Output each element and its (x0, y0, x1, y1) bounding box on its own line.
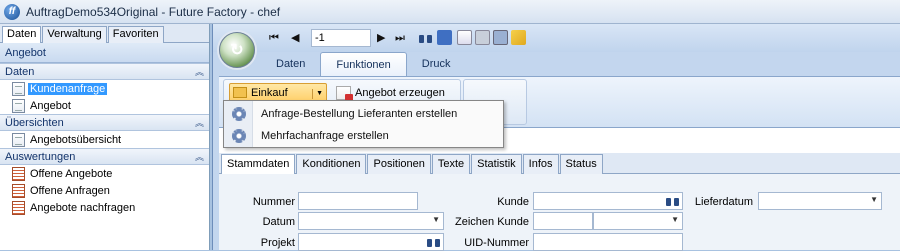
form-icon (12, 98, 25, 113)
label-datum: Datum (262, 216, 295, 228)
first-record-button[interactable]: ⏮ (269, 30, 279, 46)
nav-header: Angebot (0, 43, 209, 63)
nummer-field[interactable] (298, 192, 418, 210)
new-document-icon[interactable] (457, 30, 472, 45)
search-binoculars-icon[interactable] (427, 237, 440, 248)
prev-record-button[interactable]: ◀ (291, 30, 299, 46)
search-binoculars-icon[interactable] (419, 33, 432, 44)
last-record-button[interactable]: ⏭ (395, 30, 405, 46)
nav-item-label: Kundenanfrage (28, 82, 108, 95)
group-header-daten[interactable]: Daten ︽ (0, 63, 209, 80)
form-icon (12, 81, 25, 96)
projekt-field[interactable] (298, 233, 444, 251)
content-tabs: Stammdaten Konditionen Positionen Texte … (219, 153, 900, 175)
label-projekt: Projekt (260, 237, 295, 249)
gear-icon (232, 107, 246, 121)
tab-positionen[interactable]: Positionen (367, 154, 431, 174)
nav-item-label: Offene Angebote (30, 167, 113, 180)
tab-statistik[interactable]: Statistik (471, 154, 522, 174)
group-header-auswertungen[interactable]: Auswertungen ︽ (0, 148, 209, 165)
nav-item-offene-anfragen[interactable]: Offene Anfragen (0, 182, 209, 199)
overview-icon (12, 132, 25, 147)
report-icon (12, 183, 25, 198)
ribbon-tabs: Daten Funktionen Druck (261, 52, 466, 76)
folder-icon (233, 87, 247, 98)
menu-item-label: Anfrage-Bestellung Lieferanten erstellen (261, 108, 458, 120)
tab-infos[interactable]: Infos (522, 154, 559, 174)
angebot-erzeugen-button[interactable]: Angebot erzeugen (333, 84, 448, 102)
search-record-icon[interactable] (437, 30, 452, 45)
nav-item-kundenanfrage[interactable]: Kundenanfrage (0, 80, 209, 97)
collapse-chevron-icon[interactable]: ︽ (195, 115, 204, 131)
collapse-chevron-icon[interactable]: ︽ (195, 149, 204, 165)
datum-field[interactable]: ▼ (298, 212, 444, 230)
menu-item-anfrage-bestellung[interactable]: Anfrage-Bestellung Lieferanten erstellen (224, 103, 503, 125)
left-navigation: Daten Verwaltung Favoriten Angebot Daten… (0, 24, 210, 250)
nav-tab-favoriten[interactable]: Favoriten (107, 26, 164, 43)
label-lieferdatum: Lieferdatum (694, 196, 753, 208)
zeichen-kunde-field[interactable] (533, 212, 593, 230)
nav-item-label: Angebotsübersicht (30, 133, 122, 146)
chevron-down-icon[interactable]: ▼ (671, 215, 679, 224)
uid-nummer-field[interactable] (533, 233, 683, 251)
label-zeichen-kunde: Zeichen Kunde (455, 216, 529, 228)
nav-item-label: Offene Anfragen (30, 184, 110, 197)
report-icon (12, 200, 25, 215)
lieferdatum-field[interactable]: ▼ (758, 192, 882, 210)
gear-icon (232, 129, 246, 143)
record-number-input[interactable]: -1 (311, 29, 371, 47)
tab-konditionen[interactable]: Konditionen (296, 154, 367, 174)
quick-access-toolbar: ⏮ ◀ -1 ▶ ⏭ (213, 24, 900, 52)
label-uid-nummer: UID-Nummer (464, 237, 529, 249)
window-title: AuftragDemo534Original - Future Factory … (26, 4, 281, 19)
stammdaten-form: Nummer Datum ▼ Projekt Kunde Zeichen Kun… (219, 174, 900, 251)
kunde-field[interactable] (533, 192, 683, 210)
search-binoculars-icon[interactable] (666, 196, 679, 207)
group-title: Übersichten (5, 117, 64, 129)
group-title: Daten (5, 66, 35, 78)
nav-tab-daten[interactable]: Daten (2, 26, 42, 43)
menu-item-mehrfachanfrage[interactable]: Mehrfachanfrage erstellen (224, 125, 503, 147)
ribbon-tab-funktionen[interactable]: Funktionen (320, 52, 407, 76)
title-bar: ff AuftragDemo534Original - Future Facto… (0, 0, 900, 24)
chevron-down-icon[interactable]: ▼ (312, 89, 323, 99)
label-kunde: Kunde (497, 196, 529, 208)
einkauf-label: Einkauf (251, 86, 288, 99)
report-icon (12, 166, 25, 181)
nav-item-label: Angebote nachfragen (30, 201, 136, 214)
app-menu-button[interactable]: ↻ (219, 32, 255, 68)
menu-item-label: Mehrfachanfrage erstellen (261, 130, 389, 142)
tab-stammdaten[interactable]: Stammdaten (221, 154, 296, 175)
tab-texte[interactable]: Texte (431, 154, 471, 174)
app-logo-icon: ff (4, 3, 20, 20)
zeichen-kunde-select[interactable]: ▼ (593, 212, 683, 230)
nav-item-offene-angebote[interactable]: Offene Angebote (0, 165, 209, 182)
group-header-uebersichten[interactable]: Übersichten ︽ (0, 114, 209, 131)
ribbon-tab-daten[interactable]: Daten (261, 52, 320, 76)
chevron-down-icon[interactable]: ▼ (870, 195, 878, 204)
ribbon-tab-druck[interactable]: Druck (407, 52, 466, 76)
label-nummer: Nummer (252, 196, 295, 208)
nav-item-angebotsuebersicht[interactable]: Angebotsübersicht (0, 131, 209, 148)
create-offer-icon (336, 85, 353, 102)
save-icon[interactable] (493, 30, 508, 45)
nav-tab-verwaltung[interactable]: Verwaltung (42, 26, 107, 43)
angebot-erzeugen-label: Angebot erzeugen (355, 86, 445, 99)
chevron-down-icon[interactable]: ▼ (432, 215, 440, 224)
nav-item-angebote-nachfragen[interactable]: Angebote nachfragen (0, 199, 209, 216)
nav-item-angebot[interactable]: Angebot (0, 97, 209, 114)
collapse-chevron-icon[interactable]: ︽ (195, 64, 204, 80)
next-record-button[interactable]: ▶ (377, 30, 385, 46)
tab-status[interactable]: Status (559, 154, 603, 174)
nav-item-label: Angebot (30, 99, 71, 112)
copy-icon[interactable] (475, 30, 490, 45)
nav-tabs: Daten Verwaltung Favoriten (0, 24, 209, 43)
einkauf-dropdown-menu: Anfrage-Bestellung Lieferanten erstellen… (223, 100, 504, 148)
edit-icon[interactable] (511, 30, 526, 45)
group-title: Auswertungen (5, 151, 76, 163)
